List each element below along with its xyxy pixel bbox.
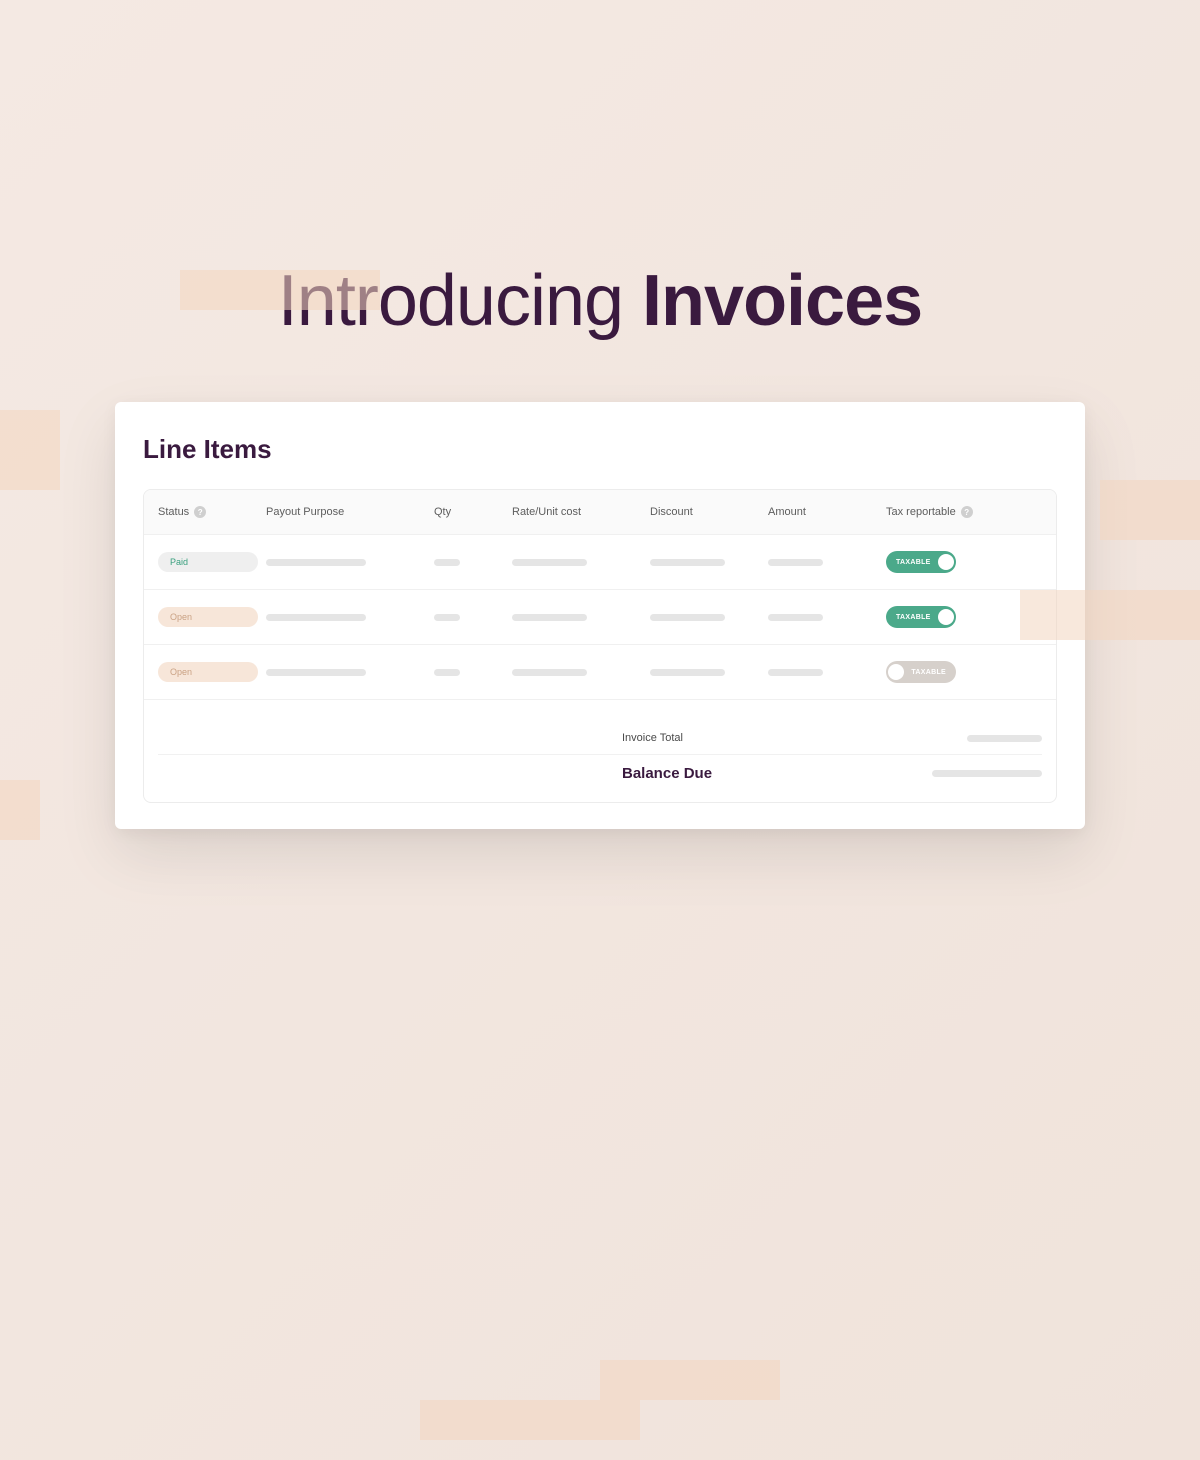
table-footer: Invoice Total Balance Due [144,699,1056,802]
decorative-block [0,410,60,490]
invoice-total-row: Invoice Total [158,722,1042,754]
status-badge: Open [158,662,258,682]
table-row: Open TAXABLE [144,589,1056,644]
invoice-total-label: Invoice Total [622,732,862,744]
discount-placeholder [650,614,725,621]
purpose-placeholder [266,614,366,621]
rate-placeholder [512,669,587,676]
table-row: Paid TAXABLE [144,534,1056,589]
col-purpose: Payout Purpose [266,506,426,518]
qty-placeholder [434,669,460,676]
line-items-card: Line Items Status ? Payout Purpose Qty R… [115,402,1085,829]
col-tax: Tax reportable ? [886,506,1026,518]
discount-placeholder [650,559,725,566]
help-icon[interactable]: ? [961,506,973,518]
decorative-block [1020,590,1200,640]
col-amount: Amount [768,506,878,518]
taxable-toggle[interactable]: TAXABLE [886,551,956,573]
decorative-block [600,1360,780,1400]
decorative-block [180,270,380,310]
table-header: Status ? Payout Purpose Qty Rate/Unit co… [144,490,1056,534]
decorative-block [0,780,40,840]
col-status: Status ? [158,506,258,518]
invoice-total-value [967,735,1042,742]
amount-placeholder [768,559,823,566]
rate-placeholder [512,559,587,566]
amount-placeholder [768,669,823,676]
rate-placeholder [512,614,587,621]
col-discount: Discount [650,506,760,518]
col-qty: Qty [434,506,504,518]
taxable-toggle[interactable]: TAXABLE [886,661,956,683]
help-icon[interactable]: ? [194,506,206,518]
purpose-placeholder [266,559,366,566]
decorative-block [420,1400,640,1440]
headline-bold: Invoices [642,261,922,341]
status-badge: Open [158,607,258,627]
status-badge: Paid [158,552,258,572]
balance-due-row: Balance Due [158,754,1042,792]
line-items-table: Status ? Payout Purpose Qty Rate/Unit co… [143,489,1057,803]
table-row: Open TAXABLE [144,644,1056,699]
card-title: Line Items [143,434,1057,465]
col-rate: Rate/Unit cost [512,506,642,518]
taxable-toggle[interactable]: TAXABLE [886,606,956,628]
amount-placeholder [768,614,823,621]
purpose-placeholder [266,669,366,676]
discount-placeholder [650,669,725,676]
balance-due-value [932,770,1042,777]
decorative-block [1100,480,1200,540]
qty-placeholder [434,614,460,621]
qty-placeholder [434,559,460,566]
balance-due-label: Balance Due [622,765,862,782]
